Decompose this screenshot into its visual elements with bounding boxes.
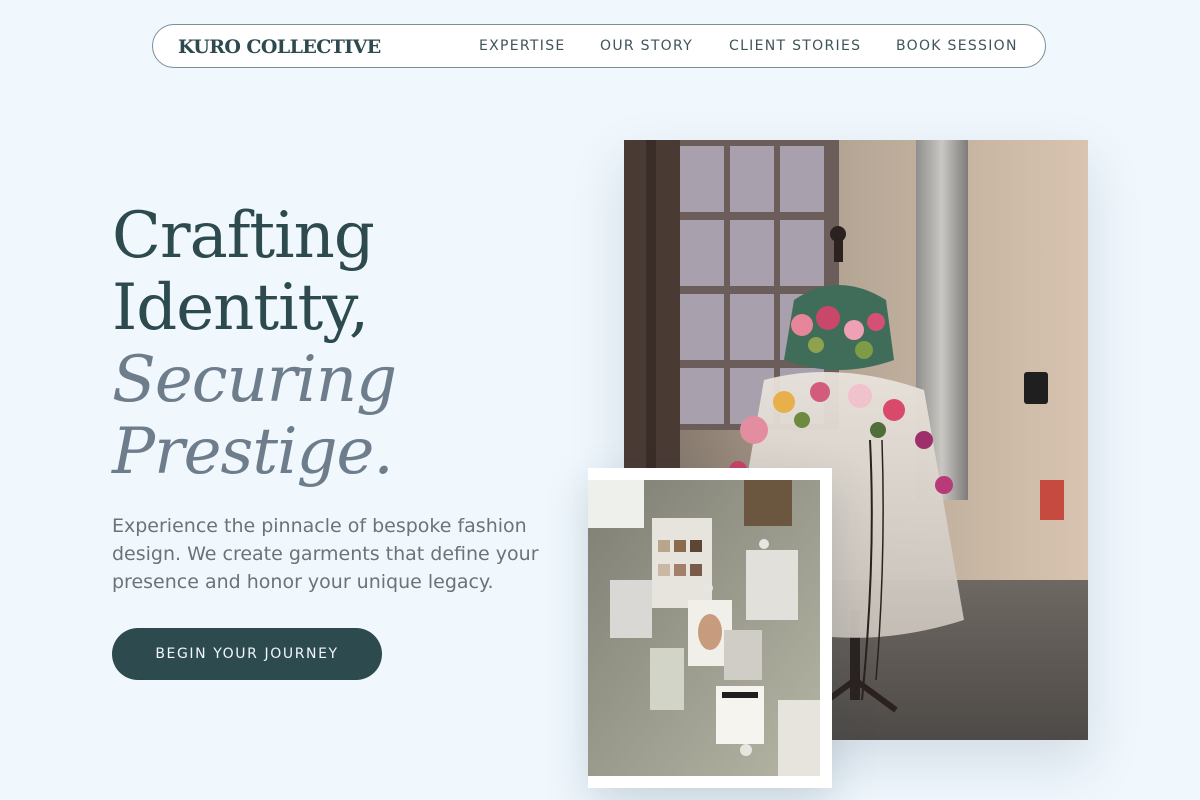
top-nav: KURO COLLECTIVE EXPERTISE OUR STORY CLIE… xyxy=(152,24,1046,68)
hero-title-line: Crafting xyxy=(112,199,375,273)
brand-logo[interactable]: KURO COLLECTIVE xyxy=(178,36,381,58)
hero-title-accent-line: Prestige. xyxy=(112,415,394,489)
hero-subtitle: Experience the pinnacle of bespoke fashi… xyxy=(112,515,539,593)
nav-link-client-stories[interactable]: CLIENT STORIES xyxy=(729,38,861,54)
hero-title-line: Identity, xyxy=(112,271,369,345)
hero-inset-photo xyxy=(588,468,832,788)
nav-link-our-story[interactable]: OUR STORY xyxy=(600,38,693,54)
hero-title: Crafting Identity, Securing Prestige. xyxy=(112,199,397,489)
begin-journey-button[interactable]: BEGIN YOUR JOURNEY xyxy=(112,628,382,680)
hero-title-accent-line: Securing xyxy=(112,343,397,417)
nav-link-expertise[interactable]: EXPERTISE xyxy=(479,38,566,54)
nav-link-book-session[interactable]: BOOK SESSION xyxy=(896,38,1018,54)
